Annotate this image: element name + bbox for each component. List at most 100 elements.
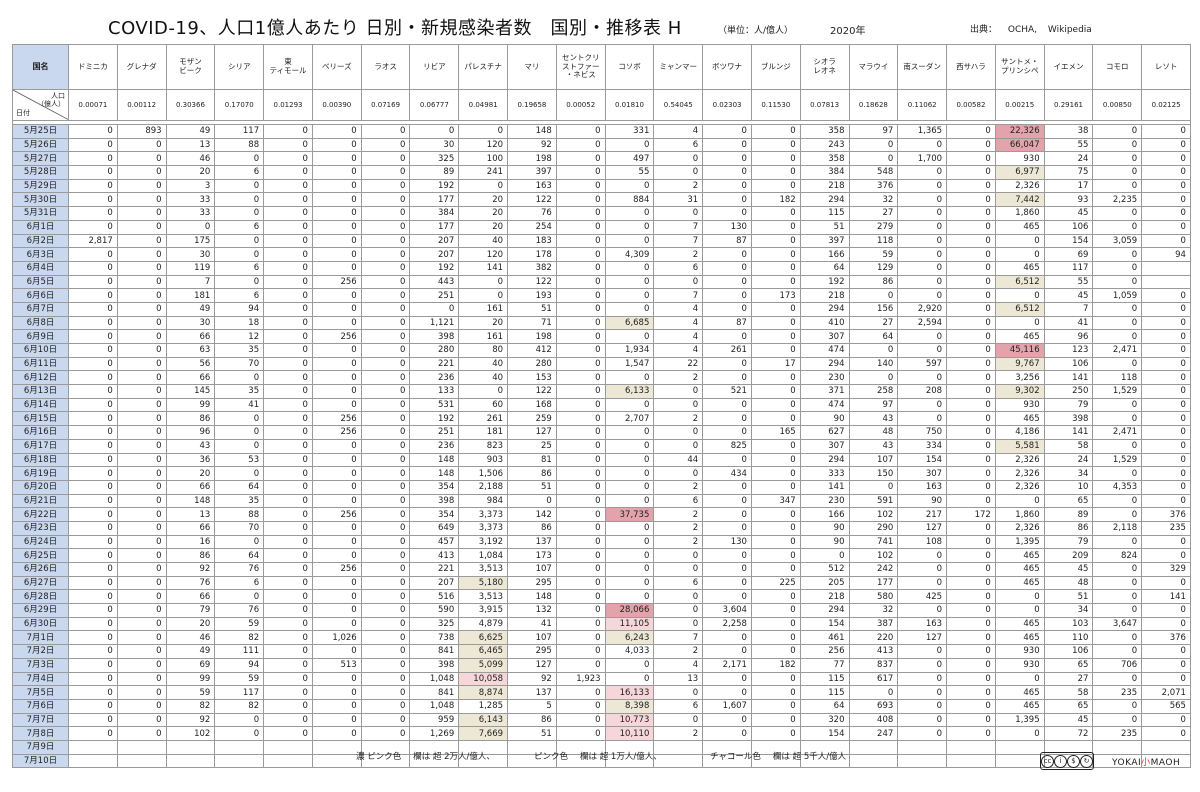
date-cell: 7月3日 [12,657,69,673]
case-count-cell: 0 [263,520,313,536]
case-count-cell: 0 [116,151,167,167]
case-count-cell: 0 [897,575,948,591]
case-count-cell: 387 [848,616,899,632]
case-count-cell: 837 [848,657,899,673]
case-count-cell: 3,513 [458,589,509,605]
case-count-cell: 0 [360,712,411,728]
country-header: ボツワナ [702,44,752,90]
case-count-cell: 66 [165,589,216,605]
case-count-cell: 6 [653,698,704,714]
country-header: モザン ビーク [165,44,216,90]
case-count-cell: 6 [653,575,704,591]
case-count-cell [848,753,899,769]
case-count-cell: 0 [68,192,118,208]
case-count-cell: 0 [214,274,265,290]
case-count-cell: 0 [946,260,996,276]
date-cell: 5月27日 [12,151,69,167]
case-count-cell: 0 [653,548,704,563]
case-count-cell: 51 [507,301,557,317]
case-count-cell: 0 [214,247,265,262]
case-count-cell: 0 [263,247,313,262]
legend-text: 欄は 超 1万人/億人、 [580,752,662,762]
case-count-cell: 0 [360,233,411,249]
case-count-cell: 97 [848,397,899,413]
case-count-cell: 17 [750,356,801,372]
case-count-cell: 7,669 [458,726,509,741]
case-count-cell: 0 [360,603,411,618]
case-count-cell: 706 [1092,657,1143,673]
case-count-cell: 0 [750,247,801,262]
case-count-cell: 66 [165,329,216,344]
case-count-cell: 161 [458,329,509,344]
case-count-cell: 49 [165,124,216,139]
case-count-cell: 531 [409,397,460,413]
case-count-cell: 0 [1141,657,1191,673]
case-count-cell: 0 [68,247,118,262]
case-count-cell: 89 [1043,507,1094,522]
case-count-cell: 10,110 [604,726,655,741]
case-count-cell: 0 [68,548,118,563]
case-count-cell: 4,186 [994,425,1045,440]
case-count-cell: 279 [848,219,899,235]
case-count-cell: 0 [116,343,167,358]
case-count-cell: 0 [1092,206,1143,221]
case-count-cell: 0 [68,479,118,495]
case-count-cell: 0 [946,124,996,139]
case-count-cell: 76 [507,206,557,221]
case-count-cell: 118 [848,233,899,249]
country-header: レソト [1141,44,1191,90]
case-count-cell: 0 [458,274,509,290]
case-count-cell: 0 [68,219,118,235]
case-count-cell: 0 [555,548,606,563]
case-count-cell: 33 [165,206,216,221]
case-count-cell: 334 [897,438,948,454]
country-header: ラオス [360,44,411,90]
case-count-cell: 86 [507,520,557,536]
case-count-cell: 198 [507,151,557,167]
table-row: 6月20日 0 0 66 64 0 0 0 354 2,188 51 0 0 2 0 0 141 0 163 0 2,3… [12,479,1191,495]
case-count-cell: 0 [702,425,752,440]
case-count-cell: 0 [946,479,996,495]
population-cell: 0.00582 [946,89,996,121]
case-count-cell: 8,874 [458,685,509,700]
case-count-cell: 2,471 [1092,343,1143,358]
case-count-cell: 0 [604,657,655,673]
case-count-cell: 0 [555,124,606,139]
case-count-cell: 205 [799,575,850,591]
case-count-cell: 0 [311,589,362,605]
year-label: 2020年 [830,26,866,37]
case-count-cell: 280 [507,356,557,372]
case-count-cell: 2,258 [702,616,752,632]
case-count-cell: 3,256 [994,370,1045,386]
case-count-cell: 2 [653,411,704,427]
case-count-cell: 0 [946,384,996,399]
case-count-cell: 0 [360,370,411,386]
case-count-cell: 0 [946,644,996,659]
case-count-cell: 0 [311,206,362,221]
case-count-cell: 0 [116,274,167,290]
case-count-cell: 7 [653,288,704,303]
case-count-cell: 0 [116,575,167,591]
case-count-cell: 3,915 [458,603,509,618]
case-count-cell: 0 [1141,219,1191,235]
case-count-cell: 0 [702,151,752,167]
case-count-cell: 0 [214,589,265,605]
case-count-cell: 984 [458,493,509,509]
case-count-cell: 0 [994,589,1045,605]
case-count-cell: 24 [1043,452,1094,468]
case-count-cell: 465 [994,575,1045,591]
date-cell: 6月13日 [12,384,69,399]
date-cell: 6月21日 [12,493,69,509]
case-count-cell: 0 [311,493,362,509]
case-count-cell: 0 [946,726,996,741]
case-count-cell: 410 [799,315,850,331]
case-count-cell: 0 [311,315,362,331]
case-count-cell: 0 [897,178,948,194]
case-count-cell: 0 [116,384,167,399]
table-row: 6月5日 0 0 7 0 0 256 0 443 0 122 0 0 0 0 0 192 86 0 0 6,512 55 0 [12,274,1191,290]
case-count-cell: 0 [702,206,752,221]
case-count-cell: 0 [604,206,655,221]
case-count-cell: 69 [165,657,216,673]
date-label: 日付 [16,109,30,117]
case-count-cell: 0 [946,698,996,714]
